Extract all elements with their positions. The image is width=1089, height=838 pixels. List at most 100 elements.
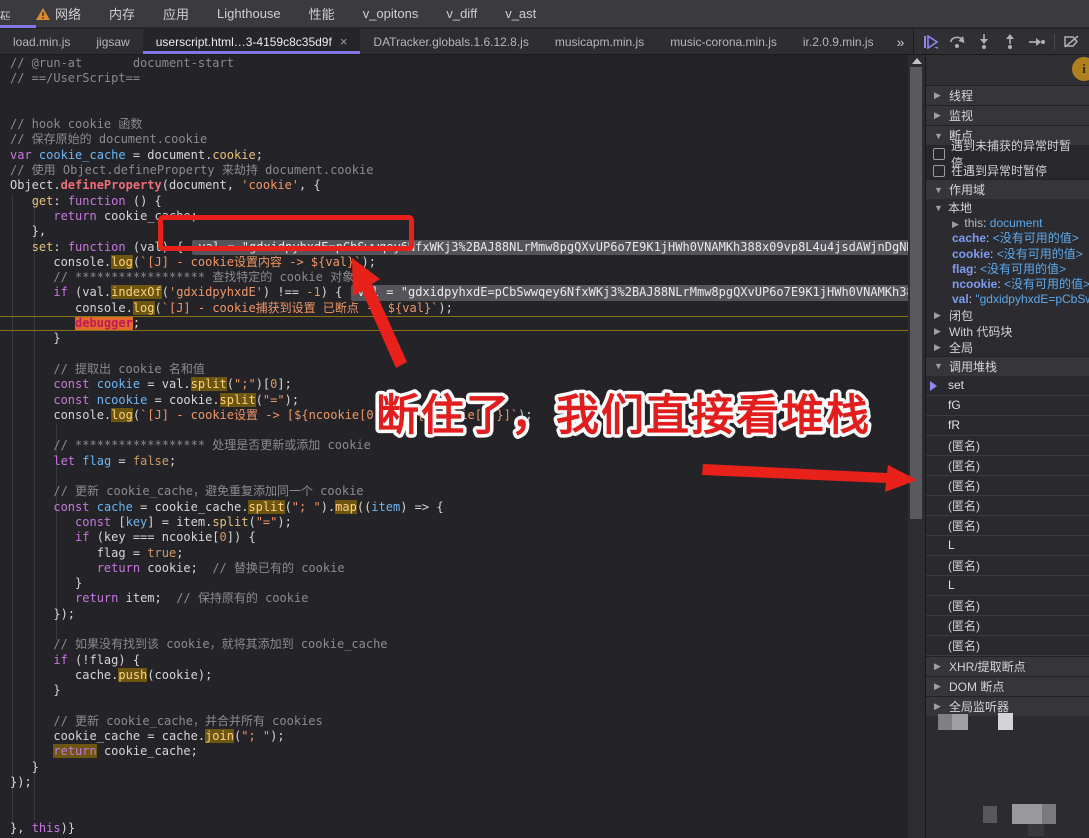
variable-name: val [952,292,969,306]
callstack-frame[interactable]: (匿名) [926,616,1089,636]
code-line: console.log(`[J] - cookie设置 -> [${ncooki… [0,408,908,423]
callstack-frame[interactable]: (匿名) [926,476,1089,496]
scrollbar-thumb[interactable] [910,67,922,519]
code-line: const [key] = item.split("="); [0,515,908,530]
callstack-frame[interactable]: set [926,376,1089,396]
panel-tab-Lighthouse[interactable]: Lighthouse [203,0,295,28]
chevron-right-icon: ▶ [934,310,943,321]
code-line: return cookie_cache; [0,744,908,759]
sidebar-info-strip: i [926,55,1089,85]
callstack-frame[interactable]: fR [926,416,1089,436]
callstack-frame[interactable]: (匿名) [926,636,1089,656]
redacted-block [1028,824,1044,836]
panel-tab-内存[interactable]: 内存 [95,0,149,28]
code-line: cookie_cache = cache.join("; "); [0,729,908,744]
section-scope[interactable]: ▼ 作用域 [926,179,1089,199]
variable-value: <没有可用的值> [993,231,1079,245]
scope-variable[interactable]: ▶ this: document [926,216,1089,231]
scroll-up-icon[interactable] [912,58,922,64]
file-tab[interactable]: musicapm.min.js [542,29,657,54]
scope-group-label: 闭包 [949,307,973,324]
scope-variable[interactable]: flag: <没有可用的值> [926,262,1089,277]
code-line: set: function (val) {val = "gdxidpyhxdE=… [0,240,908,255]
resume-icon[interactable] [920,31,942,52]
file-tab[interactable]: DATracker.globals.1.6.12.8.js [360,29,541,54]
callstack-frame[interactable]: (匿名) [926,556,1089,576]
colon: : [983,216,990,230]
scope-group-闭包[interactable]: ▶ 闭包 [926,308,1089,324]
info-icon[interactable]: i [1072,57,1089,81]
scope-variable[interactable]: cache: <没有可用的值> [926,231,1089,246]
code-line: // 更新 cookie_cache，避免重复添加同一个 cookie [0,484,908,499]
step-icon[interactable] [1025,31,1047,52]
tab-sources-cutoff[interactable]: 码 [0,0,16,28]
close-icon[interactable]: × [340,34,348,49]
scope-group-全局[interactable]: ▶全局 [926,340,1089,356]
section-threads[interactable]: ▶ 线程 [926,85,1089,105]
panel-tab-性能[interactable]: 性能 [295,0,349,28]
section-watch[interactable]: ▶ 监视 [926,105,1089,125]
callstack-frame[interactable]: (匿名) [926,596,1089,616]
callstack-frame[interactable]: fG [926,396,1089,416]
callstack-frame[interactable]: (匿名) [926,496,1089,516]
file-tab[interactable]: ir.2.0.9.min.js [790,29,887,54]
callstack-frame[interactable]: L [926,576,1089,596]
scope-group-With 代码块[interactable]: ▶With 代码块 [926,324,1089,340]
code-line: get: function () { [0,194,908,209]
scope-variable[interactable]: cookie: <没有可用的值> [926,247,1089,262]
file-tab-label: DATracker.globals.1.6.12.8.js [373,35,528,49]
scope-group-label: With 代码块 [949,323,1012,340]
redacted-block [1012,804,1042,824]
panel-tab-v_opitons[interactable]: v_opitons [349,0,433,28]
chevron-right-icon: ▶ [934,342,943,353]
inline-value-hint: val = "gdxidpyhxdE=pCbSwwqey6NfxWKj3%2BA… [351,285,908,300]
editor-scrollbar[interactable] [908,55,925,838]
variable-name: cache [952,231,986,245]
panel-tab-label: Lighthouse [217,6,281,21]
file-tab[interactable]: userscript.html…3-4159c8c35d9f × [143,29,361,54]
panel-tab-label: 应用 [163,4,189,23]
frame-name: (匿名) [936,437,980,454]
callstack-frame[interactable]: (匿名) [926,436,1089,456]
panel-tab-v_ast[interactable]: v_ast [491,0,550,28]
file-tab-label: music-corona.min.js [670,35,777,49]
variable-name: cookie [952,247,990,261]
file-tab-label: userscript.html…3-4159c8c35d9f [156,35,332,49]
scope-variable[interactable]: val: "gdxidpyhxdE=pCbSwwqe [926,292,1089,307]
deactivate-breakpoints-icon[interactable] [1061,31,1083,52]
checkbox[interactable] [933,165,945,177]
frame-name: (匿名) [936,597,980,614]
file-tab[interactable]: music-corona.min.js [657,29,790,54]
panel-tab-bar: 码 网络内存应用 Lighthouse 性能v_opitons v_diff v_ast [0,0,1089,28]
section-callstack[interactable]: ▼ 调用堆栈 [926,356,1089,376]
chevron-right-icon: ▶ [952,219,961,229]
variable-value: <没有可用的值> [1004,277,1089,291]
step-over-icon[interactable] [946,31,968,52]
code-line: // ****************** 查找特定的 cookie 对象值 [0,270,908,285]
panel-tab-应用[interactable]: 应用 [149,0,203,28]
more-tabs-icon[interactable]: » [887,29,917,54]
code-line: Object.defineProperty(document, 'cookie'… [0,178,908,193]
callstack-frame[interactable]: L [926,536,1089,556]
section-dom-breakpoints[interactable]: ▶ DOM 断点 [926,676,1089,696]
panel-tab-label: v_diff [446,6,477,21]
callstack-frame[interactable]: (匿名) [926,516,1089,536]
file-tab[interactable]: load.min.js [0,29,83,54]
code-line: }); [0,607,908,622]
step-into-icon[interactable] [973,31,995,52]
redacted-block [998,713,1013,730]
warning-icon [36,8,50,20]
chevron-right-icon: ▶ [934,701,943,712]
frame-name: (匿名) [936,477,980,494]
checkbox[interactable] [933,148,945,160]
file-tab[interactable]: jigsaw [83,29,142,54]
panel-tab-v_diff[interactable]: v_diff [432,0,491,28]
scope-local[interactable]: ▼ 本地 [926,199,1089,216]
step-out-icon[interactable] [999,31,1021,52]
scope-variable[interactable]: ncookie: <没有可用的值> [926,277,1089,292]
breakpoint-option[interactable]: 遇到未捕获的异常时暂停 [926,145,1089,162]
panel-tab-网络[interactable]: 网络 [22,0,95,28]
callstack-frame[interactable]: (匿名) [926,456,1089,476]
toolbar-separator [1054,34,1055,50]
section-xhr-breakpoints[interactable]: ▶ XHR/提取断点 [926,656,1089,676]
